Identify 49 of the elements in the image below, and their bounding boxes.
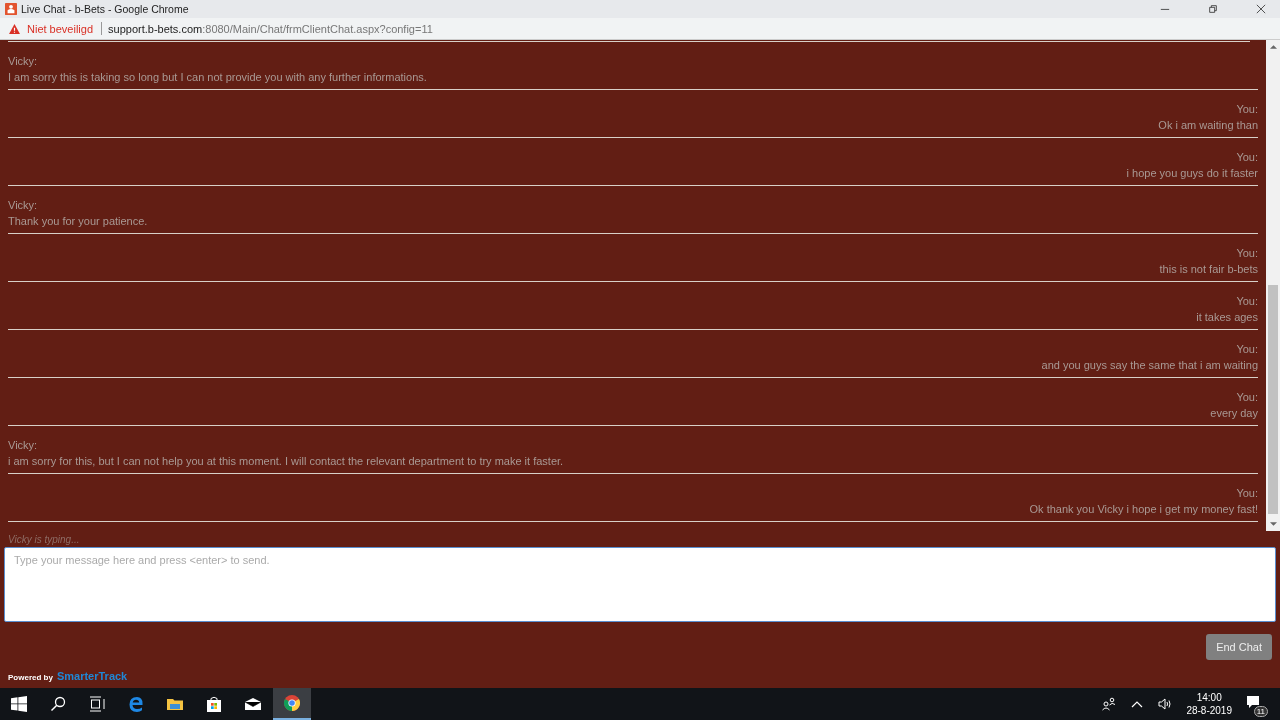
message-text: i hope you guys do it faster [1126, 166, 1258, 179]
warning-icon [9, 23, 20, 34]
window-title: Live Chat - b-Bets - Google Chrome [21, 3, 189, 15]
message-text: and you guys say the same that i am waiting [1041, 358, 1258, 371]
close-icon[interactable] [1256, 4, 1266, 14]
message-text: i am sorry for this, but I can not help you at this moment. I will contact the relevant department to try make it faster. [8, 454, 564, 467]
task-view-icon[interactable] [89, 696, 105, 712]
message-text: this is not fair b-bets [1159, 262, 1258, 275]
message-sender: Vicky: [8, 438, 38, 451]
security-label[interactable]: Niet beveiligd [27, 22, 94, 35]
scroll-up-icon[interactable] [1269, 44, 1277, 49]
scroll-down-icon[interactable] [1269, 522, 1277, 527]
end-chat-button[interactable]: End Chat [1206, 634, 1272, 660]
browser-e-icon[interactable] [128, 696, 144, 712]
message-sender: You: [1236, 390, 1258, 403]
message-sender: Vicky: [8, 198, 38, 211]
message-sender: You: [1236, 342, 1258, 355]
scrollbar[interactable] [1266, 40, 1280, 531]
clock-date[interactable]: 28-8-2019 [1186, 704, 1232, 717]
mail-icon[interactable] [245, 696, 261, 712]
scrollbar-thumb[interactable] [1268, 285, 1278, 514]
message-sender: Vicky: [8, 54, 38, 67]
search-icon[interactable] [50, 696, 66, 712]
message-text: Ok thank you Vicky i hope i get my money fast! [1029, 502, 1258, 515]
message-sender: You: [1236, 294, 1258, 307]
folder-icon[interactable] [167, 696, 183, 712]
notification-icon[interactable] [1246, 695, 1260, 709]
message-text: Ok i am waiting than [1158, 118, 1258, 131]
url-text[interactable]: support.b-bets.com:8080/Main/Chat/frmClientChat.aspx?config=11 [108, 22, 433, 35]
message-text: Thank you for your patience. [8, 214, 148, 227]
typing-status: Vicky is typing... [7, 533, 81, 547]
speaker-icon[interactable] [1158, 697, 1173, 711]
windows-start-icon[interactable] [11, 696, 27, 712]
restore-icon[interactable] [1208, 4, 1218, 14]
message-text: every day [1210, 406, 1258, 419]
message-sender: You: [1236, 102, 1258, 115]
message-text: it takes ages [1196, 310, 1258, 323]
message-input[interactable]: Type your message here and press <enter> to send. [4, 547, 1276, 622]
chrome-icon[interactable] [284, 695, 300, 711]
message-sender: You: [1236, 246, 1258, 259]
message-text: I am sorry this is taking so long but I can not provide you with any further informations. [8, 70, 427, 83]
store-bag-icon[interactable] [206, 696, 222, 712]
powered-by-label: Powered by [8, 673, 53, 682]
message-sender: You: [1236, 486, 1258, 499]
app-icon [5, 3, 17, 15]
notification-count: 11 [1253, 706, 1268, 717]
people-icon[interactable] [1102, 697, 1117, 711]
clock-time[interactable]: 14:00 [1196, 691, 1222, 704]
message-sender: You: [1236, 150, 1258, 163]
